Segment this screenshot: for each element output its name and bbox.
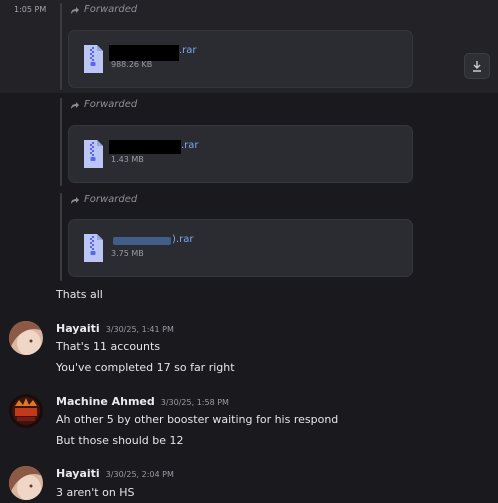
- author-name[interactable]: Hayaiti: [56, 467, 100, 480]
- file-name[interactable]: ).rar: [172, 234, 193, 245]
- avatar[interactable]: [9, 466, 43, 500]
- forward-arrow-icon: [71, 6, 79, 14]
- download-icon: [473, 61, 481, 72]
- file-size: 1.43 MB: [111, 155, 144, 164]
- author-name[interactable]: Machine Ahmed: [56, 395, 155, 408]
- message-timestamp: 3/30/25, 2:04 PM: [105, 470, 174, 479]
- forward-label: Forwarded: [70, 99, 137, 110]
- forward-label: Forwarded: [70, 194, 137, 205]
- zip-file-icon: [84, 234, 103, 262]
- avatar[interactable]: [9, 394, 43, 428]
- redacted-filename: [109, 45, 179, 61]
- file-attachment[interactable]: ).rar 3.75 MB: [68, 219, 413, 277]
- message-timestamp: 3/30/25, 1:41 PM: [105, 325, 174, 334]
- file-attachment[interactable]: .rar 1.43 MB: [68, 125, 413, 183]
- forward-label: Forwarded: [70, 4, 137, 15]
- zip-file-icon: [84, 140, 103, 168]
- message-text: But those should be 12: [56, 434, 184, 447]
- zip-file-icon: [84, 45, 103, 73]
- file-attachment[interactable]: .rar 988.26 KB: [68, 30, 490, 88]
- user-avatar-image: [9, 394, 43, 428]
- message-timestamp: 3/30/25, 1:58 PM: [160, 398, 229, 407]
- message-text: 3 aren't on HS: [56, 486, 135, 499]
- file-name[interactable]: .rar: [179, 45, 197, 56]
- message-author[interactable]: Machine Ahmed 3/30/25, 1:58 PM: [56, 395, 229, 408]
- message-text: Ah other 5 by other booster waiting for …: [56, 413, 339, 426]
- forward-arrow-icon: [71, 196, 79, 204]
- file-size: 3.75 MB: [111, 249, 144, 258]
- user-avatar-image: [9, 321, 43, 355]
- message-author[interactable]: Hayaiti 3/30/25, 1:41 PM: [56, 322, 174, 335]
- redacted-filename: [109, 140, 181, 154]
- file-size: 988.26 KB: [111, 60, 153, 69]
- avatar[interactable]: [9, 321, 43, 355]
- user-avatar-image: [9, 466, 43, 500]
- message-time: 1:05 PM: [14, 5, 47, 14]
- blurred-filename: [113, 237, 171, 245]
- message-text: Thats all: [56, 288, 103, 301]
- forward-arrow-icon: [71, 101, 79, 109]
- message-text: That's 11 accounts: [56, 340, 161, 353]
- forward-bar: [60, 3, 62, 90]
- message-author[interactable]: Hayaiti 3/30/25, 2:04 PM: [56, 467, 174, 480]
- message-text: You've completed 17 so far right: [56, 361, 235, 374]
- file-name[interactable]: .rar: [181, 140, 199, 151]
- forward-bar: [60, 98, 62, 186]
- forward-bar: [60, 193, 62, 281]
- author-name[interactable]: Hayaiti: [56, 322, 100, 335]
- download-button[interactable]: [464, 53, 490, 79]
